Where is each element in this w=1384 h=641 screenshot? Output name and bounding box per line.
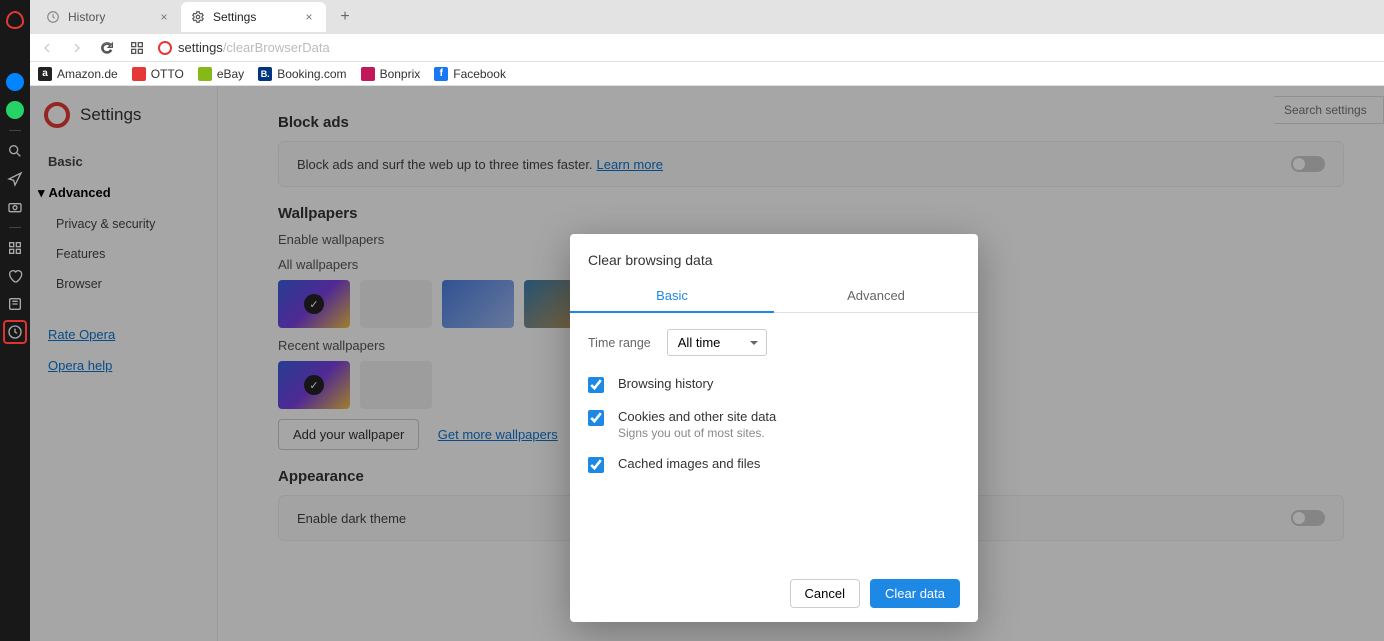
- opera-menu-icon[interactable]: [3, 8, 27, 32]
- address-bar-row: settings/clearBrowserData: [30, 34, 1384, 62]
- bookmark-booking[interactable]: B.Booking.com: [258, 67, 346, 81]
- reload-button[interactable]: [98, 39, 116, 57]
- extensions-icon[interactable]: [128, 39, 146, 57]
- send-icon[interactable]: [3, 167, 27, 191]
- close-icon[interactable]: ×: [157, 10, 171, 24]
- time-range-label: Time range: [588, 336, 651, 350]
- time-range-row: Time range All time: [588, 329, 960, 356]
- bookmark-bonprix[interactable]: Bonprix: [361, 67, 421, 81]
- checkbox-sublabel: Signs you out of most sites.: [618, 426, 776, 440]
- search-icon[interactable]: [3, 139, 27, 163]
- left-sidebar: [0, 0, 30, 641]
- heart-icon[interactable]: [3, 264, 27, 288]
- checkbox-input[interactable]: [588, 410, 604, 426]
- clear-browsing-data-dialog: Clear browsing data Basic Advanced Time …: [570, 234, 978, 622]
- clear-data-button[interactable]: Clear data: [870, 579, 960, 608]
- address-bar[interactable]: settings/clearBrowserData: [158, 40, 1376, 55]
- checkbox-label: Browsing history: [618, 376, 713, 391]
- new-tab-button[interactable]: +: [332, 4, 358, 30]
- speed-dial-icon[interactable]: [3, 236, 27, 260]
- opera-favicon-icon: [158, 41, 172, 55]
- close-icon[interactable]: ×: [302, 10, 316, 24]
- time-range-select[interactable]: All time: [667, 329, 767, 356]
- dialog-body: Time range All time Browsing history Coo…: [570, 313, 978, 499]
- whatsapp-icon[interactable]: [3, 98, 27, 122]
- checkbox-label: Cookies and other site data: [618, 409, 776, 424]
- checkbox-input[interactable]: [588, 377, 604, 393]
- tab-history[interactable]: History ×: [36, 2, 181, 32]
- messenger-icon[interactable]: [3, 70, 27, 94]
- browser-chrome: History × Settings × + settings/clearBro…: [30, 0, 1384, 86]
- checkbox-browsing-history[interactable]: Browsing history: [588, 376, 960, 393]
- checkbox-cookies[interactable]: Cookies and other site data Signs you ou…: [588, 409, 960, 440]
- tab-label: History: [68, 10, 105, 24]
- back-button[interactable]: [38, 39, 56, 57]
- bookmark-facebook[interactable]: fFacebook: [434, 67, 506, 81]
- tab-strip: History × Settings × +: [30, 0, 1384, 34]
- dialog-title: Clear browsing data: [570, 252, 978, 280]
- checkbox-cache[interactable]: Cached images and files: [588, 456, 960, 473]
- url-path: /clearBrowserData: [223, 40, 330, 55]
- gear-icon: [191, 10, 205, 24]
- history-icon[interactable]: [3, 320, 27, 344]
- checkbox-input[interactable]: [588, 457, 604, 473]
- cancel-button[interactable]: Cancel: [790, 579, 860, 608]
- bookmark-ebay[interactable]: eBay: [198, 67, 244, 81]
- bookmarks-bar: aAmazon.de OTTO eBay B.Booking.com Bonpr…: [30, 62, 1384, 86]
- bookmark-otto[interactable]: OTTO: [132, 67, 184, 81]
- camera-icon[interactable]: [3, 195, 27, 219]
- news-icon[interactable]: [3, 292, 27, 316]
- tab-label: Settings: [213, 10, 256, 24]
- dialog-tabs: Basic Advanced: [570, 280, 978, 313]
- checkbox-label: Cached images and files: [618, 456, 760, 471]
- history-tab-icon: [46, 10, 60, 24]
- dialog-tab-basic[interactable]: Basic: [570, 280, 774, 313]
- url-base: settings: [178, 40, 223, 55]
- dialog-tab-advanced[interactable]: Advanced: [774, 280, 978, 312]
- forward-button[interactable]: [68, 39, 86, 57]
- bookmark-amazon[interactable]: aAmazon.de: [38, 67, 118, 81]
- rail-divider: [9, 227, 21, 228]
- tab-settings[interactable]: Settings ×: [181, 2, 326, 32]
- dialog-footer: Cancel Clear data: [570, 499, 978, 608]
- rail-divider: [9, 130, 21, 131]
